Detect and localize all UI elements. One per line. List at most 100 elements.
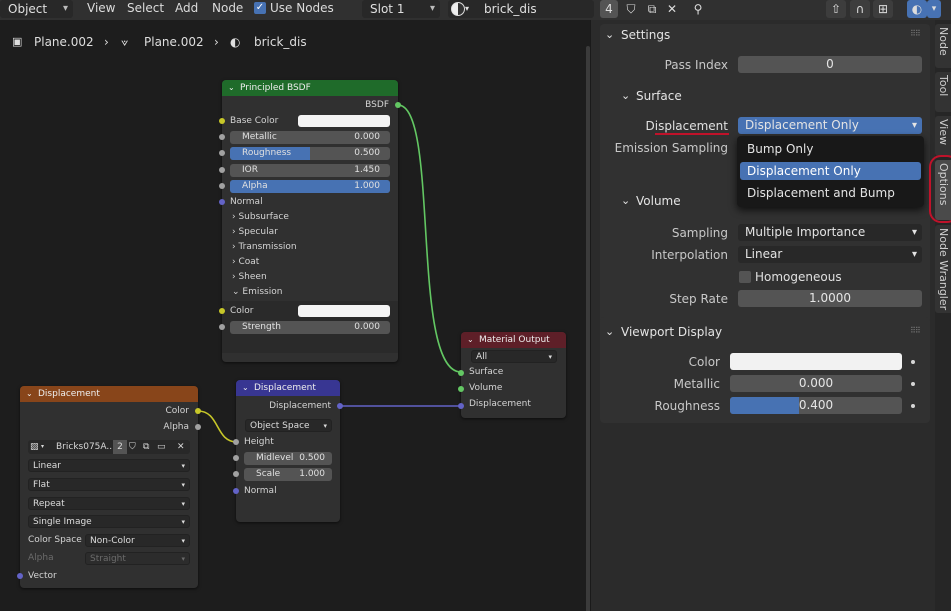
parent-node-tree-icon[interactable]: ⇧ — [826, 0, 846, 18]
drag-handle-icon[interactable]: ⠿⠿ — [910, 29, 921, 38]
alpha-output-socket[interactable] — [195, 424, 201, 430]
node-header[interactable]: ⌄ Principled BSDF — [222, 80, 398, 96]
node-header[interactable]: ⌄ Displacement — [20, 386, 198, 402]
extension-dropdown[interactable]: Repeat ▾ — [28, 497, 190, 510]
subpanel-coat[interactable]: › Coat — [232, 255, 259, 269]
snap-icon[interactable]: ∩ — [850, 0, 870, 18]
use-nodes-checkbox[interactable]: ✓ — [254, 2, 266, 14]
interpolation-dropdown[interactable]: Linear ▾ — [738, 246, 922, 263]
subpanel-emission[interactable]: ⌄ Emission — [232, 285, 282, 299]
folder-icon[interactable]: ▭ — [157, 440, 166, 454]
color-output-socket[interactable] — [195, 408, 201, 414]
tab-node[interactable]: Node — [935, 24, 951, 68]
displacement-input-socket[interactable] — [458, 403, 464, 409]
displacement-output-socket[interactable] — [337, 403, 343, 409]
image-user-count[interactable]: 2 — [113, 440, 127, 454]
alpha-mode-dropdown[interactable]: Straight ▾ — [85, 552, 190, 565]
bsdf-output-socket[interactable] — [395, 102, 401, 108]
viewport-metallic-field[interactable]: 0.000 — [730, 375, 902, 392]
chevron-down-icon[interactable]: ⌄ — [621, 193, 630, 209]
chevron-down-icon[interactable]: ⌄ — [605, 27, 614, 43]
node-header[interactable]: ⌄ Displacement — [236, 380, 340, 396]
roughness-field[interactable]: Roughness 0.500 — [230, 147, 390, 160]
mode-dropdown[interactable]: Object ▾ — [0, 0, 73, 18]
subpanel-specular[interactable]: › Specular — [232, 225, 278, 239]
settings-title[interactable]: Settings — [621, 27, 670, 43]
homogeneous-checkbox[interactable] — [739, 271, 751, 283]
surface-input-socket[interactable] — [458, 370, 464, 376]
normal-socket[interactable] — [233, 488, 239, 494]
slot-dropdown[interactable]: Slot 1 ▾ — [362, 0, 440, 18]
alpha-socket[interactable] — [219, 183, 225, 189]
output-target-dropdown[interactable]: All ▾ — [471, 350, 557, 363]
keyframe-dot-icon[interactable] — [911, 382, 915, 386]
viewport-display-title[interactable]: Viewport Display — [621, 324, 722, 340]
sampling-dropdown[interactable]: Multiple Importance ▾ — [738, 224, 922, 241]
space-dropdown[interactable]: Object Space ▾ — [245, 419, 332, 432]
keyframe-dot-icon[interactable] — [911, 404, 915, 408]
ior-socket[interactable] — [219, 167, 225, 173]
scale-field[interactable]: Scale 1.000 — [244, 468, 332, 481]
midlevel-socket[interactable] — [233, 455, 239, 461]
duplicate-icon[interactable]: ⧉ — [143, 440, 149, 454]
overlay-icon[interactable]: ◐ — [907, 0, 927, 18]
menu-select[interactable]: Select — [127, 0, 164, 18]
menu-view[interactable]: View — [87, 0, 115, 18]
scale-socket[interactable] — [233, 471, 239, 477]
midlevel-field[interactable]: Midlevel 0.500 — [244, 452, 332, 465]
base-color-swatch[interactable] — [298, 115, 390, 127]
metallic-socket[interactable] — [219, 134, 225, 140]
displacement-method-dropdown[interactable]: Displacement Only ▾ — [738, 117, 922, 134]
user-count[interactable]: 4 — [600, 0, 618, 18]
vector-socket[interactable] — [17, 573, 23, 579]
chevron-down-icon[interactable]: ⌄ — [621, 88, 630, 104]
close-icon[interactable]: ✕ — [177, 440, 185, 454]
emission-color-socket[interactable] — [219, 308, 225, 314]
step-rate-field[interactable]: 1.0000 — [738, 290, 922, 307]
subpanel-subsurface[interactable]: › Subsurface — [232, 210, 289, 224]
drag-handle-icon[interactable]: ⠿⠿ — [910, 326, 921, 335]
color-space-dropdown[interactable]: Non-Color ▾ — [85, 534, 190, 547]
close-icon[interactable]: ✕ — [662, 0, 682, 18]
image-selector[interactable]: ▨ ▾ Bricks075A... 2 ⛉ ⧉ ▭ ✕ — [28, 440, 190, 454]
tab-tool[interactable]: Tool — [935, 72, 951, 112]
strength-field[interactable]: Strength 0.000 — [230, 321, 390, 334]
keyframe-dot-icon[interactable] — [911, 360, 915, 364]
material-selector[interactable]: ▾ brick_dis — [448, 0, 594, 18]
alpha-field[interactable]: Alpha 1.000 — [230, 180, 390, 193]
subpanel-transmission[interactable]: › Transmission — [232, 240, 297, 254]
principled-bsdf-node[interactable]: ⌄ Principled BSDF BSDF Base Color Metall… — [219, 80, 401, 362]
tab-node-wrangler[interactable]: Node Wrangler — [935, 225, 951, 313]
viewport-roughness-field[interactable]: 0.400 — [730, 397, 902, 414]
menu-add[interactable]: Add — [175, 0, 198, 18]
strength-socket[interactable] — [219, 324, 225, 330]
node-header[interactable]: ⌄ Material Output — [461, 332, 566, 348]
source-dropdown[interactable]: Single Image ▾ — [28, 515, 190, 528]
image-texture-node[interactable]: ⌄ Displacement Color Alpha ▨ ▾ Bricks075… — [17, 386, 201, 588]
fake-user-shield-icon[interactable]: ⛉ — [129, 440, 136, 454]
metallic-field[interactable]: Metallic 0.000 — [230, 131, 390, 144]
menu-item-displacement-only[interactable]: Displacement Only — [740, 162, 921, 180]
material-output-node[interactable]: ⌄ Material Output All ▾ Surface Volume D… — [458, 332, 566, 418]
chevron-down-icon[interactable]: ⌄ — [605, 324, 614, 340]
menu-node[interactable]: Node — [212, 0, 243, 18]
chevron-down-icon[interactable]: ▾ — [927, 0, 941, 18]
volume-title[interactable]: Volume — [636, 193, 681, 209]
base-color-socket[interactable] — [219, 118, 225, 124]
surface-title[interactable]: Surface — [636, 88, 682, 104]
menu-item-displacement-and-bump[interactable]: Displacement and Bump — [740, 184, 921, 202]
viewport-color-swatch[interactable] — [730, 353, 902, 370]
node-editor-canvas[interactable]: ▣ Plane.002 › ⟇ Plane.002 › ◐ brick_dis … — [0, 20, 590, 611]
roughness-socket[interactable] — [219, 150, 225, 156]
duplicate-icon[interactable]: ⧉ — [642, 0, 662, 18]
interpolation-dropdown[interactable]: Linear ▾ — [28, 459, 190, 472]
volume-input-socket[interactable] — [458, 386, 464, 392]
snap-grid-icon[interactable]: ⊞ — [873, 0, 893, 18]
projection-dropdown[interactable]: Flat ▾ — [28, 478, 190, 491]
pass-index-field[interactable]: 0 — [738, 56, 922, 73]
fake-user-shield-icon[interactable]: ⛉ — [621, 0, 641, 18]
normal-socket[interactable] — [219, 199, 225, 205]
pin-icon[interactable]: ⚲ — [688, 0, 708, 18]
emission-color-swatch[interactable] — [298, 305, 390, 317]
height-socket[interactable] — [233, 439, 239, 445]
